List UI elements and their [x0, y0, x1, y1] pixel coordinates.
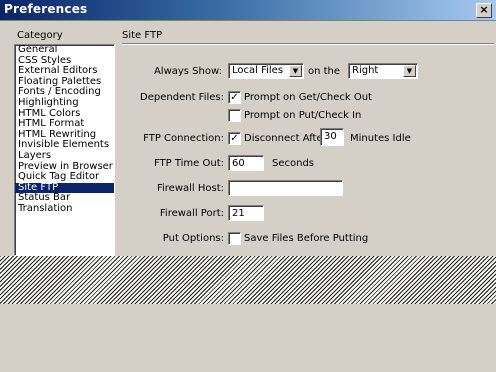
save-files-checkbox[interactable] — [228, 232, 241, 245]
always-show-select[interactable]: Local Files ▼ — [228, 63, 304, 79]
ftp-timeout-value: 60 — [232, 158, 245, 169]
disconnect-checkbox[interactable]: ✓ — [228, 132, 241, 145]
always-show-value: Local Files — [232, 65, 284, 76]
chevron-down-icon: ▼ — [289, 65, 302, 77]
category-item[interactable]: Translation — [15, 203, 114, 215]
side-value: Right — [352, 65, 379, 76]
side-select[interactable]: Right ▼ — [348, 63, 418, 79]
section-divider — [122, 43, 494, 45]
disconnect-minutes-input[interactable]: 30 — [320, 128, 344, 146]
firewall-port-label: Firewall Port: — [159, 208, 224, 219]
firewall-port-input[interactable]: 21 — [228, 205, 264, 221]
prompt-put-label: Prompt on Put/Check In — [244, 110, 362, 121]
dialog-lower-area — [0, 304, 496, 372]
prompt-get-label: Prompt on Get/Check Out — [244, 92, 372, 103]
checkmark-icon: ✓ — [230, 92, 239, 103]
save-files-label: Save Files Before Putting — [244, 233, 369, 244]
disconnect-label: Disconnect After — [244, 133, 327, 144]
firewall-host-label: Firewall Host: — [156, 183, 224, 194]
checkmark-icon: ✓ — [230, 133, 239, 144]
title-bar: Preferences × — [0, 0, 496, 21]
category-label: Category — [17, 30, 63, 41]
minutes-idle-label: Minutes Idle — [350, 133, 411, 144]
window-title: Preferences — [4, 2, 88, 16]
prompt-put-checkbox[interactable] — [228, 109, 241, 122]
category-item[interactable]: Layers — [15, 150, 114, 162]
prompt-get-checkbox[interactable]: ✓ — [228, 91, 241, 104]
disconnect-minutes-value: 30 — [324, 131, 337, 142]
always-show-label: Always Show: — [153, 66, 222, 77]
category-item[interactable]: General — [15, 45, 114, 56]
firewall-host-input[interactable] — [228, 180, 343, 196]
category-list[interactable]: General CSS Styles External Editors Floatin… — [14, 44, 115, 256]
put-options-label: Put Options: — [162, 233, 224, 244]
section-title: Site FTP — [122, 30, 163, 41]
ftp-connection-label: FTP Connection: — [143, 133, 224, 144]
category-item[interactable]: Highlighting — [15, 97, 114, 109]
render-artifact-band — [0, 256, 496, 304]
seconds-label: Seconds — [272, 158, 315, 169]
firewall-port-value: 21 — [232, 208, 245, 219]
chevron-down-icon: ▼ — [403, 65, 416, 77]
dependent-files-label: Dependent Files: — [140, 92, 224, 103]
close-button[interactable]: × — [476, 3, 492, 18]
ftp-timeout-input[interactable]: 60 — [228, 155, 264, 171]
on-the-label: on the — [308, 66, 341, 77]
ftp-timeout-label: FTP Time Out: — [153, 158, 224, 169]
